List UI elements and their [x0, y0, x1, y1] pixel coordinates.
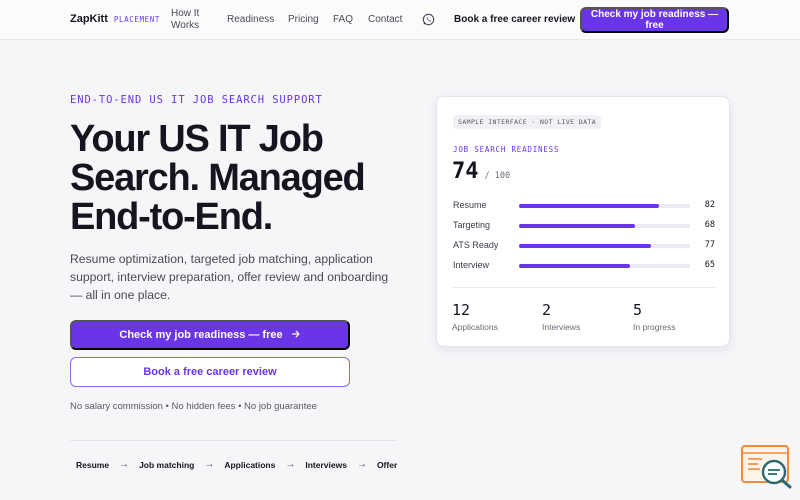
nav-check-readiness-button[interactable]: Check my job readiness — free	[580, 7, 729, 33]
metric-resume: Resume 82	[453, 200, 715, 212]
step-interviews: Interviews	[305, 459, 347, 470]
check-readiness-label: Check my job readiness — free	[119, 329, 283, 341]
step-applications: Applications	[224, 459, 276, 470]
metric-value: 68	[704, 220, 715, 230]
metric-fill	[519, 264, 631, 268]
metric-fill	[519, 204, 660, 208]
readiness-label: JOB SEARCH READINESS	[453, 145, 560, 154]
metric-track	[519, 204, 690, 208]
logo-tag: PLACEMENT	[113, 15, 160, 24]
step-job-matching: Job matching	[139, 459, 195, 470]
readiness-score: 74 / 100	[452, 159, 510, 184]
top-nav: ZapKitt PLACEMENT How It Works Readiness…	[0, 0, 800, 40]
nav-link-contact[interactable]: Contact	[368, 14, 402, 26]
arrow-right-icon: →	[356, 459, 367, 470]
arrow-right-icon	[291, 329, 301, 342]
stat-value: 2	[542, 301, 552, 319]
metric-label: Targeting	[453, 220, 491, 230]
metric-label: Resume	[453, 200, 487, 210]
nav-link-faq[interactable]: FAQ	[333, 14, 353, 26]
nav-book-review-link[interactable]: Book a free career review	[454, 14, 575, 25]
card-divider	[453, 287, 716, 288]
metric-label: Interview	[453, 260, 490, 270]
step-resume: Resume	[76, 459, 110, 470]
metric-track	[519, 224, 690, 228]
nav-link-pricing[interactable]: Pricing	[288, 14, 319, 26]
step-offer: Offer	[376, 459, 398, 470]
book-career-review-button[interactable]: Book a free career review	[70, 357, 350, 387]
metric-value: 82	[704, 200, 715, 210]
metric-track	[519, 264, 690, 268]
metric-label: ATS Ready	[453, 240, 499, 250]
metric-value: 65	[704, 260, 715, 270]
check-readiness-button[interactable]: Check my job readiness — free	[70, 320, 350, 350]
hero-eyebrow: END-TO-END US IT JOB SEARCH SUPPORT	[70, 94, 323, 106]
metric-track	[519, 244, 690, 248]
logo[interactable]: ZapKitt PLACEMENT	[70, 13, 160, 25]
metric-interview: Interview 65	[453, 260, 715, 272]
nav-link-readiness[interactable]: Readiness	[227, 14, 274, 26]
logo-name: ZapKitt	[70, 13, 108, 25]
steps-divider	[70, 440, 396, 441]
hero-headline: Your US IT Job Search. Managed End-to-En…	[70, 118, 366, 238]
process-steps: Resume → Job matching → Applications → I…	[76, 459, 397, 470]
hero-subcopy: Resume optimization, targeted job matchi…	[70, 252, 389, 302]
readiness-card: SAMPLE INTERFACE · NOT LIVE DATA JOB SEA…	[436, 96, 730, 347]
arrow-right-icon: →	[285, 459, 296, 470]
hero-disclaimer: No salary commission • No hidden fees • …	[70, 401, 317, 412]
metric-value: 77	[704, 240, 715, 250]
score-max: / 100	[484, 171, 511, 181]
nav-link-how-it-works[interactable]: How It Works	[171, 8, 211, 32]
whatsapp-icon[interactable]	[422, 13, 435, 26]
metric-targeting: Targeting 68	[453, 220, 715, 232]
stat-label: In progress	[633, 322, 676, 332]
stat-label: Applications	[452, 322, 498, 332]
chat-search-icon[interactable]	[740, 444, 794, 490]
metric-ats-ready: ATS Ready 77	[453, 240, 715, 252]
arrow-right-icon: →	[119, 459, 130, 470]
metric-fill	[519, 244, 651, 248]
stat-in-progress: 5 In progress	[633, 301, 676, 332]
arrow-right-icon: →	[204, 459, 215, 470]
stat-label: Interviews	[542, 322, 581, 332]
stat-interviews: 2 Interviews	[542, 301, 580, 332]
sample-interface-badge: SAMPLE INTERFACE · NOT LIVE DATA	[453, 115, 602, 129]
stat-value: 5	[633, 301, 643, 319]
stat-applications: 12 Applications	[452, 301, 498, 332]
metric-fill	[519, 224, 636, 228]
score-value: 74	[452, 159, 479, 184]
stat-value: 12	[452, 301, 471, 319]
